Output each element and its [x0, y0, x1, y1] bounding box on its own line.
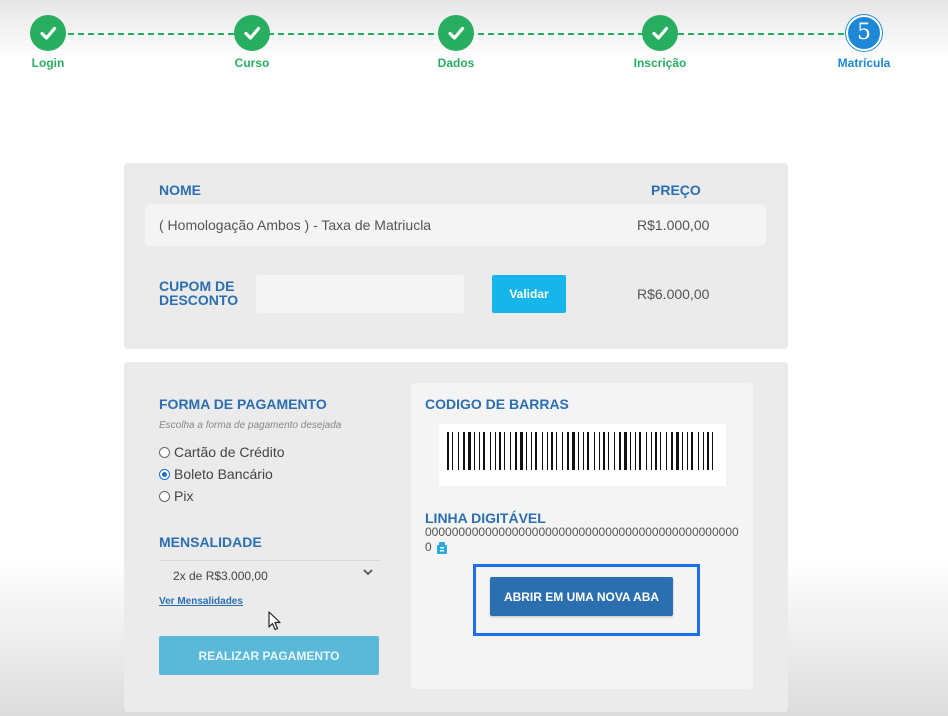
- installments-title: MENSALIDADE: [159, 534, 262, 550]
- barcode-image: [439, 424, 726, 486]
- digitable-line-value: 0000000000000000000000000000000000000000…: [425, 525, 743, 555]
- step-curso: Curso: [212, 15, 292, 70]
- step-inscricao-label: Inscrição: [633, 56, 687, 70]
- view-installments-link[interactable]: Ver Mensalidades: [159, 596, 243, 607]
- make-payment-button[interactable]: REALIZAR PAGAMENTO: [159, 636, 379, 675]
- name-column-header: NOME: [159, 182, 201, 198]
- step-matricula: 5 Matrícula: [824, 15, 904, 70]
- step-inscricao-circle: [642, 15, 678, 51]
- coupon-label: CUPOM DE DESCONTO: [159, 278, 239, 308]
- progress-stepper: Login Curso Dados Inscrição 5 Matrícula: [0, 0, 948, 80]
- step-login-circle: [30, 15, 66, 51]
- radio-pix-control[interactable]: [159, 490, 170, 502]
- check-icon: [448, 26, 465, 40]
- check-icon: [652, 26, 669, 40]
- step-login: Login: [8, 15, 88, 70]
- barcode-title: CODIGO DE BARRAS: [425, 396, 569, 412]
- open-new-tab-button[interactable]: ABRIR EM UMA NOVA ABA: [490, 577, 673, 616]
- step-dados: Dados: [416, 15, 496, 70]
- radio-credit-card-control[interactable]: [159, 446, 170, 458]
- validate-coupon-button[interactable]: Validar: [492, 275, 566, 313]
- step-matricula-label: Matrícula: [837, 56, 891, 70]
- barcode-card: CODIGO DE BARRAS LINHA DIGITÁVEL 0000000…: [411, 383, 753, 689]
- barcode-graphic: [447, 432, 713, 470]
- radio-boleto[interactable]: Boleto Bancário: [159, 466, 273, 482]
- radio-pix[interactable]: Pix: [159, 488, 193, 504]
- radio-credit-card-label: Cartão de Crédito: [174, 444, 285, 460]
- coupon-input[interactable]: [256, 275, 464, 313]
- order-summary-panel: NOME PREÇO ( Homologação Ambos ) - Taxa …: [124, 163, 788, 349]
- radio-boleto-control[interactable]: [159, 468, 170, 480]
- radio-pix-label: Pix: [174, 488, 194, 504]
- digitable-line-title: LINHA DIGITÁVEL: [425, 510, 546, 526]
- radio-credit-card[interactable]: Cartão de Crédito: [159, 444, 285, 460]
- step-number: 5: [857, 20, 871, 45]
- check-icon: [244, 26, 261, 40]
- installments-select[interactable]: 2x de R$3.000,00: [159, 560, 380, 588]
- step-dados-label: Dados: [437, 56, 475, 70]
- order-item-name: ( Homologação Ambos ) - Taxa de Matriucl…: [159, 217, 432, 233]
- copy-icon[interactable]: [435, 541, 449, 555]
- price-column-header: PREÇO: [651, 182, 701, 198]
- chevron-down-icon: [363, 569, 373, 576]
- payment-method-hint: Escolha a forma de pagamento desejada: [159, 420, 342, 431]
- step-matricula-circle: 5: [846, 15, 882, 51]
- step-curso-circle: [234, 15, 270, 51]
- radio-boleto-label: Boleto Bancário: [174, 466, 273, 482]
- payment-method-title: FORMA DE PAGAMENTO: [159, 396, 327, 412]
- step-inscricao: Inscrição: [620, 15, 700, 70]
- mouse-cursor-icon: [268, 611, 281, 631]
- check-icon: [40, 26, 57, 40]
- step-dados-circle: [438, 15, 474, 51]
- order-item-price: R$1.000,00: [637, 217, 710, 233]
- order-item-row: ( Homologação Ambos ) - Taxa de Matriucl…: [145, 204, 766, 246]
- installments-selected-value: 2x de R$3.000,00: [173, 569, 268, 583]
- step-curso-label: Curso: [234, 56, 270, 70]
- digitable-line-digits: 0000000000000000000000000000000000000000…: [425, 525, 739, 554]
- payment-panel: FORMA DE PAGAMENTO Escolha a forma de pa…: [124, 362, 788, 712]
- order-total: R$6.000,00: [637, 286, 710, 302]
- step-login-label: Login: [31, 56, 65, 70]
